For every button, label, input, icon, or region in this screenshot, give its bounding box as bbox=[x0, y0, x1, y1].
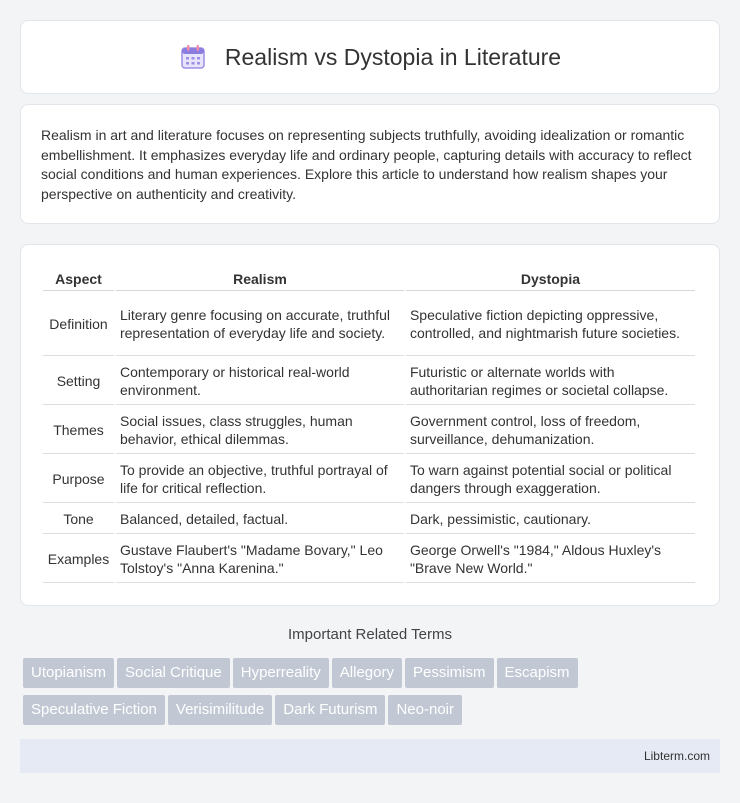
tag-pessimism[interactable]: Pessimism bbox=[404, 658, 494, 688]
aspect-cell: Purpose bbox=[43, 456, 114, 503]
tag-allegory[interactable]: Allegory bbox=[331, 658, 402, 688]
realism-cell: Balanced, detailed, factual. bbox=[115, 505, 404, 534]
aspect-cell: Themes bbox=[43, 407, 114, 454]
dystopia-cell: Government control, loss of freedom, sur… bbox=[405, 407, 695, 454]
comparison-table: Aspect Realism Dystopia Definition Liter… bbox=[41, 267, 697, 585]
table-row: Examples Gustave Flaubert's "Madame Bova… bbox=[43, 536, 695, 583]
tag-social-critique[interactable]: Social Critique bbox=[117, 658, 230, 688]
dystopia-cell: Speculative fiction depicting oppressive… bbox=[405, 293, 695, 356]
column-header-dystopia: Dystopia bbox=[405, 269, 695, 291]
realism-cell: To provide an objective, truthful portra… bbox=[115, 456, 404, 503]
aspect-cell: Definition bbox=[43, 293, 114, 356]
title-card: Realism vs Dystopia in Literature bbox=[20, 20, 720, 94]
dystopia-cell: Futuristic or alternate worlds with auth… bbox=[405, 358, 695, 405]
intro-card: Realism in art and literature focuses on… bbox=[20, 104, 720, 224]
tag-neo-noir[interactable]: Neo-noir bbox=[388, 695, 462, 725]
column-header-realism: Realism bbox=[115, 269, 404, 291]
related-terms-heading: Important Related Terms bbox=[288, 626, 452, 643]
realism-cell: Social issues, class struggles, human be… bbox=[115, 407, 404, 454]
tag-hyperreality[interactable]: Hyperreality bbox=[232, 658, 329, 688]
realism-cell: Contemporary or historical real-world en… bbox=[115, 358, 404, 405]
table-row: Tone Balanced, detailed, factual. Dark, … bbox=[43, 505, 695, 534]
aspect-cell: Examples bbox=[43, 536, 114, 583]
tag-escapism[interactable]: Escapism bbox=[496, 658, 578, 688]
dystopia-cell: George Orwell's "1984," Aldous Huxley's … bbox=[405, 536, 695, 583]
table-row: Definition Literary genre focusing on ac… bbox=[43, 293, 695, 356]
aspect-cell: Tone bbox=[43, 505, 114, 534]
dystopia-cell: To warn against potential social or poli… bbox=[405, 456, 695, 503]
column-header-aspect: Aspect bbox=[43, 269, 114, 291]
dystopia-cell: Dark, pessimistic, cautionary. bbox=[405, 505, 695, 534]
table-row: Purpose To provide an objective, truthfu… bbox=[43, 456, 695, 503]
footer: Libterm.com bbox=[20, 739, 720, 773]
tag-speculative-fiction[interactable]: Speculative Fiction bbox=[23, 695, 165, 725]
table-header-row: Aspect Realism Dystopia bbox=[43, 269, 695, 291]
aspect-cell: Setting bbox=[43, 358, 114, 405]
table-row: Themes Social issues, class struggles, h… bbox=[43, 407, 695, 454]
intro-text: Realism in art and literature focuses on… bbox=[41, 127, 692, 202]
related-terms-list: Utopianism Social Critique Hyperreality All… bbox=[23, 658, 723, 732]
tag-dark-futurism[interactable]: Dark Futurism bbox=[275, 695, 386, 725]
realism-cell: Gustave Flaubert's "Madame Bovary," Leo … bbox=[115, 536, 404, 583]
tag-verisimilitude[interactable]: Verisimilitude bbox=[167, 695, 273, 725]
realism-cell: Literary genre focusing on accurate, tru… bbox=[115, 293, 404, 356]
comparison-card: Aspect Realism Dystopia Definition Liter… bbox=[20, 244, 720, 606]
site-link[interactable]: Libterm.com bbox=[644, 749, 710, 763]
tag-utopianism[interactable]: Utopianism bbox=[23, 658, 115, 688]
calendar-icon bbox=[181, 45, 205, 69]
page-title: Realism vs Dystopia in Literature bbox=[224, 43, 562, 70]
table-row: Setting Contemporary or historical real-… bbox=[43, 358, 695, 405]
